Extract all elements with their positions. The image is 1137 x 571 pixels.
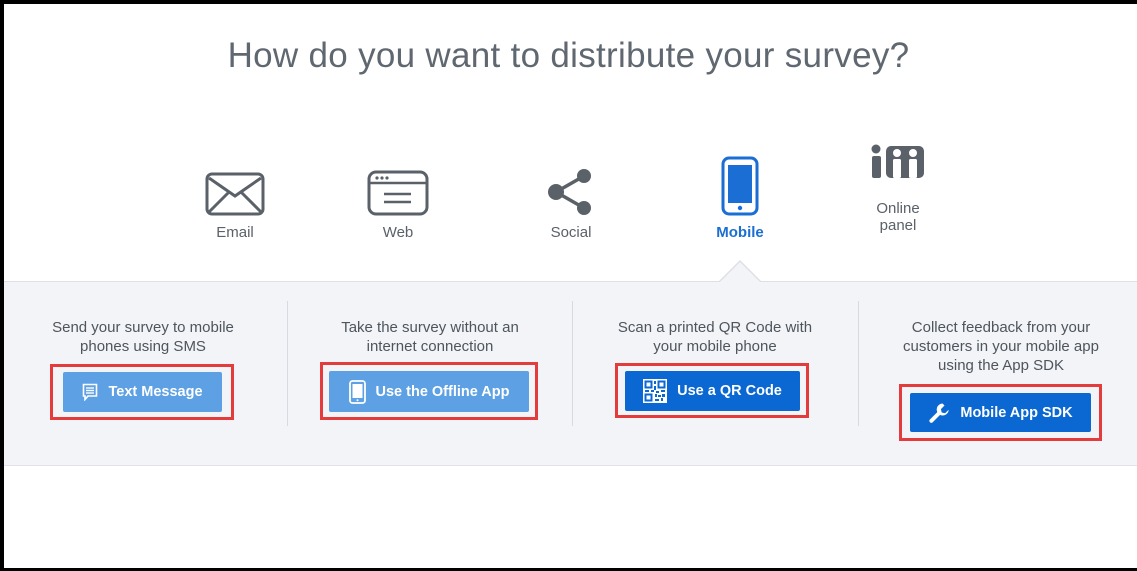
channel-web-label: Web [382, 224, 414, 241]
channel-online-panel-label: Online panel [843, 200, 953, 234]
qr-code-icon [643, 379, 668, 403]
channel-web[interactable]: Web [343, 148, 453, 241]
option-offline-description-line1: Take the survey without an [341, 319, 519, 336]
channel-email[interactable]: Email [180, 148, 290, 241]
channel-social-label: Social [550, 224, 592, 241]
tablet-icon [348, 379, 366, 404]
channel-mobile-label: Mobile [716, 224, 764, 241]
mobile-app-sdk-button-label: Mobile App SDK [960, 404, 1073, 421]
channel-social[interactable]: Social [516, 148, 626, 241]
page-title: How do you want to distribute your surve… [227, 36, 910, 75]
option-sdk: Collect feedback from your customers in … [866, 318, 1136, 375]
browser-window-icon [343, 148, 453, 216]
offline-app-button[interactable]: Use the Offline App [329, 371, 529, 412]
option-sms-description-line1: Send your survey to mobile [52, 319, 234, 336]
option-sms: Send your survey to mobile phones using … [8, 318, 278, 356]
offline-app-button-label: Use the Offline App [375, 383, 510, 400]
envelope-icon [180, 148, 290, 216]
column-divider [572, 301, 573, 426]
option-sms-description-line2: phones using SMS [80, 338, 206, 355]
option-sdk-description: Collect feedback from your customers in … [866, 318, 1136, 375]
column-divider [287, 301, 288, 426]
text-message-button[interactable]: Text Message [63, 372, 222, 412]
channel-online-panel-label-line2: panel [879, 217, 917, 234]
channel-mobile[interactable]: Mobile [685, 148, 795, 241]
panel-pointer-fill [720, 262, 760, 282]
option-sdk-description-line1: Collect feedback from your [911, 319, 1091, 336]
option-offline: Take the survey without an internet conn… [295, 318, 565, 356]
qr-code-button-label: Use a QR Code [677, 383, 782, 399]
channel-email-label: Email [216, 224, 254, 241]
wrench-icon [928, 402, 950, 424]
option-sms-description: Send your survey to mobile phones using … [8, 318, 278, 356]
text-message-button-label: Text Message [108, 384, 203, 400]
channel-online-panel[interactable]: Online panel [843, 136, 953, 234]
option-qr-description-line1: Scan a printed QR Code with [617, 319, 813, 336]
message-icon [82, 383, 98, 401]
qr-code-button[interactable]: Use a QR Code [625, 371, 800, 411]
column-divider [858, 301, 859, 426]
option-offline-description: Take the survey without an internet conn… [295, 318, 565, 356]
option-offline-description-line2: internet connection [366, 338, 494, 355]
channel-online-panel-label-line1: Online [876, 200, 920, 217]
share-icon [516, 148, 626, 216]
mobile-phone-icon [685, 148, 795, 216]
option-qr: Scan a printed QR Code with your mobile … [580, 318, 850, 356]
option-sdk-description-line2: customers in your mobile app [903, 338, 1099, 355]
mobile-app-sdk-button[interactable]: Mobile App SDK [910, 393, 1091, 432]
option-qr-description-line2: your mobile phone [653, 338, 777, 355]
option-qr-description: Scan a printed QR Code with your mobile … [580, 318, 850, 356]
people-panel-icon [843, 136, 953, 180]
option-sdk-description-line3: using the App SDK [938, 357, 1064, 374]
